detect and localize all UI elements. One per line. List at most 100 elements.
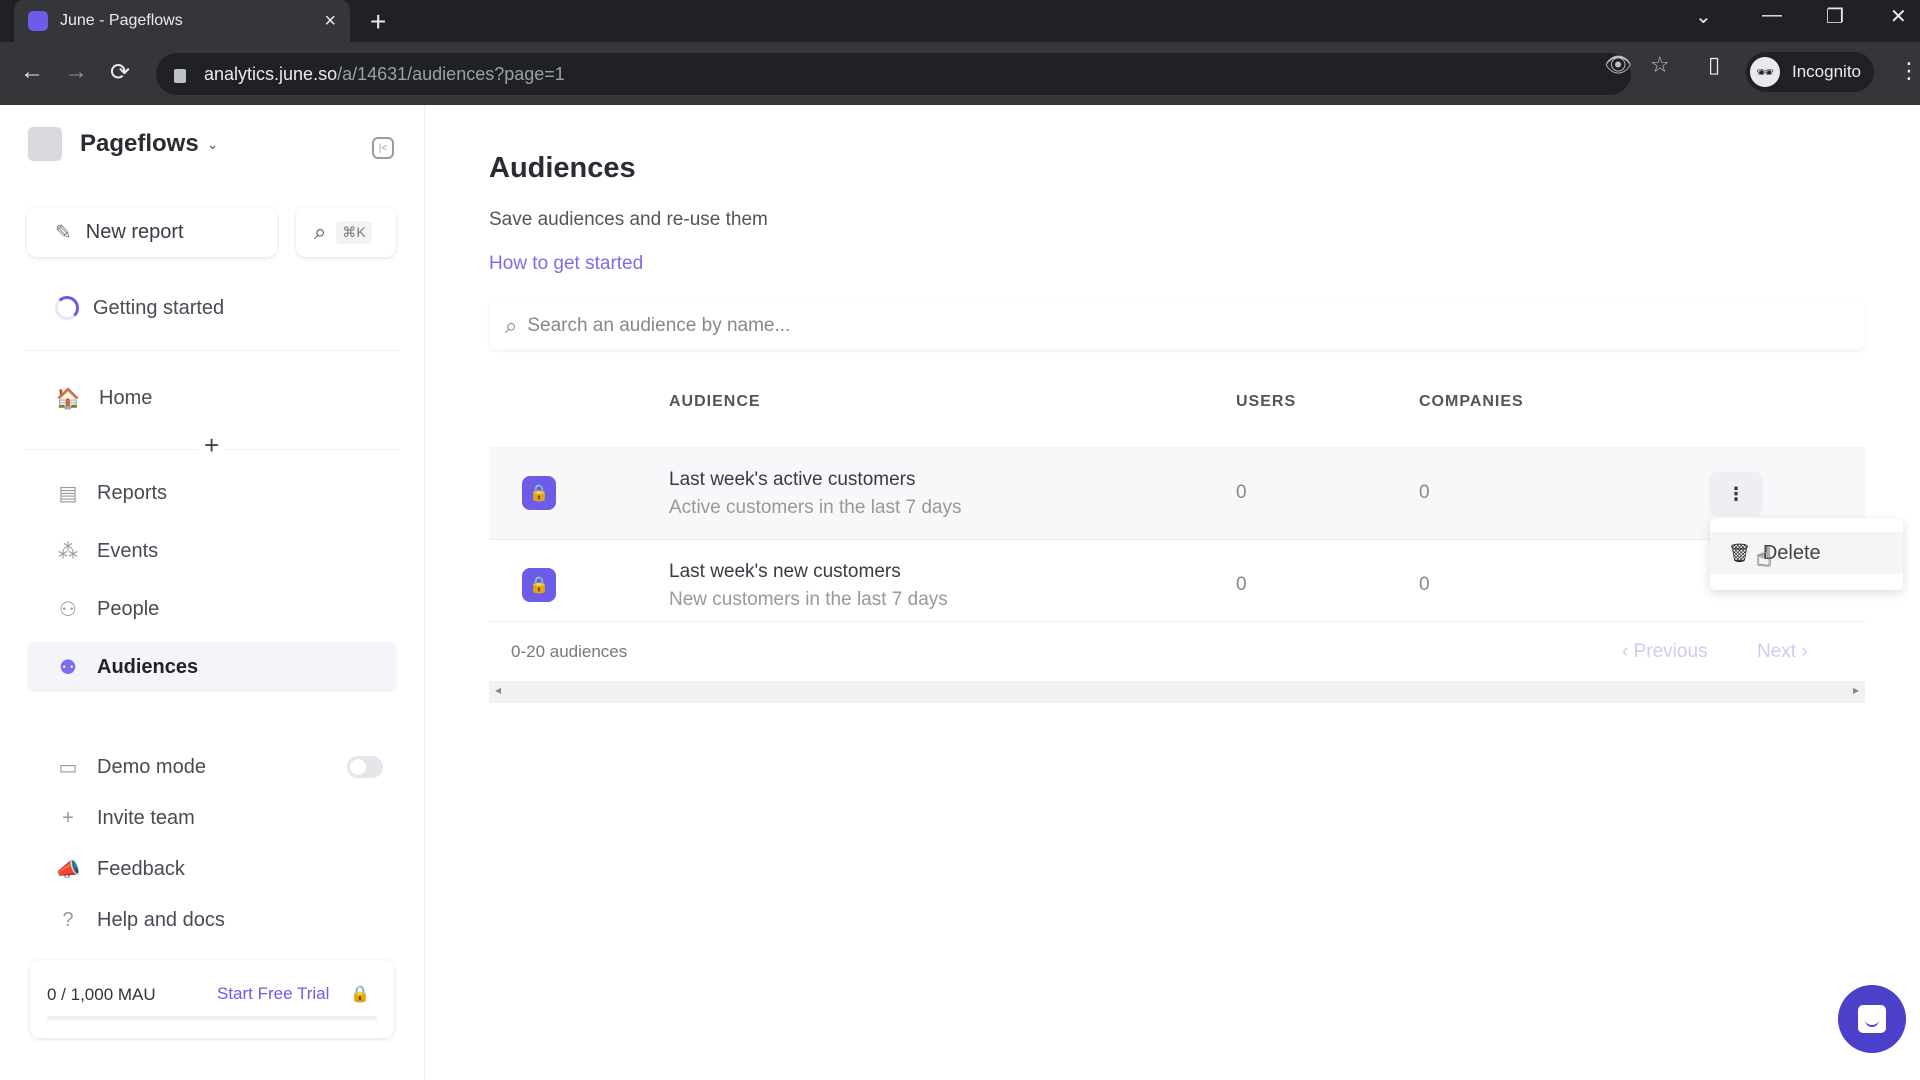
home-icon: 🏠	[55, 387, 81, 410]
audience-search[interactable]: ⌕	[489, 302, 1865, 350]
column-header-audience: AUDIENCE	[669, 393, 761, 410]
mau-progress-bar	[47, 1016, 377, 1020]
incognito-profile[interactable]: 🕶 Incognito	[1746, 52, 1874, 92]
sidebar-item-demo-mode[interactable]: ▭ Demo mode	[27, 742, 397, 792]
page-subtitle: Save audiences and re-use them	[489, 209, 768, 230]
restore-icon[interactable]: ❐	[1826, 4, 1844, 29]
sidebar-item-feedback[interactable]: 📣 Feedback	[27, 844, 397, 894]
sidebar-item-help[interactable]: ? Help and docs	[27, 895, 397, 945]
start-free-trial-link[interactable]: Start Free Trial	[217, 984, 329, 1004]
tab-close-icon[interactable]: ×	[324, 10, 336, 33]
mau-count: 0 / 1,000 MAU	[47, 985, 156, 1004]
incognito-icon: 🕶	[1750, 57, 1780, 87]
table-row[interactable]: 🔒 Last week's new customers New customer…	[489, 539, 1865, 631]
sidebar-item-label: Events	[97, 539, 159, 562]
incognito-label: Incognito	[1792, 62, 1861, 81]
how-to-get-started-link[interactable]: How to get started	[489, 253, 643, 275]
sidebar-item-people[interactable]: ⚇ People	[27, 584, 397, 634]
minimize-icon[interactable]: —	[1762, 4, 1782, 27]
window-close-icon[interactable]: ✕	[1890, 4, 1907, 29]
divider	[25, 350, 400, 351]
sidebar-item-label: Help and docs	[97, 908, 225, 931]
lock-icon: 🔒	[350, 986, 370, 1003]
sidebar-item-label: People	[97, 597, 160, 620]
lock-icon: 🔒	[522, 476, 556, 510]
workspace-switcher[interactable]: Pageflows ⌄	[28, 127, 218, 161]
edit-icon: ✎	[55, 221, 72, 244]
sidebar-item-label: Reports	[97, 481, 168, 504]
scroll-left-icon[interactable]: ◂	[495, 683, 501, 697]
new-report-label: New report	[85, 220, 184, 243]
people-icon: ⚇	[59, 598, 77, 621]
audience-search-input[interactable]	[527, 315, 1728, 337]
browser-menu-icon[interactable]: ⋮	[1898, 58, 1920, 84]
column-header-companies: COMPANIES	[1419, 393, 1524, 410]
search-button[interactable]: ⌕ ⌘K	[296, 207, 396, 257]
sidebar-item-label: Feedback	[97, 857, 185, 880]
search-shortcut: ⌘K	[336, 220, 372, 244]
row-context-menu: 🗑 Delete	[1710, 518, 1903, 590]
horizontal-scrollbar[interactable]: ◂ ▸	[489, 681, 1865, 703]
audience-name[interactable]: Last week's new customers	[669, 561, 901, 583]
address-bar[interactable]: analytics.june.so/a/14631/audiences?page…	[156, 53, 1631, 95]
page-title: Audiences	[489, 152, 636, 184]
mau-usage-card: 0 / 1,000 MAU Start Free Trial 🔒	[30, 960, 394, 1038]
reports-icon: ▤	[58, 482, 78, 505]
sidebar-item-invite-team[interactable]: + Invite team	[27, 793, 397, 843]
sidebar: Pageflows ⌄ |< ✎ New report ⌕ ⌘K Getting…	[0, 105, 425, 1080]
trash-icon: 🗑	[1728, 542, 1751, 563]
row-divider	[489, 621, 1865, 622]
forward-icon[interactable]: →	[64, 58, 88, 86]
plus-icon: +	[62, 806, 74, 829]
sidebar-item-reports[interactable]: ▤ Reports	[27, 468, 397, 518]
sidebar-item-getting-started[interactable]: Getting started	[27, 283, 397, 333]
sidebar-item-label: Audiences	[97, 655, 199, 678]
reload-icon[interactable]: ⟳	[110, 58, 130, 87]
companies-count: 0	[1419, 482, 1430, 503]
bookmark-star-icon[interactable]: ☆	[1650, 52, 1670, 78]
eye-off-icon[interactable]: 👁	[1604, 52, 1632, 78]
browser-toolbar: ← → ⟳ analytics.june.so/a/14631/audience…	[0, 42, 1920, 105]
collapse-sidebar-icon[interactable]: |<	[372, 137, 394, 159]
previous-page-button[interactable]: ‹ Previous	[1622, 641, 1708, 663]
chat-icon	[1858, 1005, 1886, 1033]
window-icon: ▭	[58, 756, 78, 779]
megaphone-icon: 📣	[55, 858, 81, 881]
workspace-logo	[28, 127, 62, 161]
chat-launcher-button[interactable]	[1838, 985, 1906, 1053]
delete-menu-item[interactable]: 🗑 Delete	[1710, 532, 1903, 574]
search-icon: ⌕	[314, 219, 327, 244]
search-icon: ⌕	[505, 313, 518, 338]
new-tab-button[interactable]: +	[370, 6, 386, 38]
companies-count: 0	[1419, 574, 1430, 595]
sidebar-item-label: Demo mode	[97, 755, 206, 778]
demo-mode-toggle[interactable]	[347, 756, 383, 778]
users-count: 0	[1236, 482, 1247, 503]
url-host: analytics.june.so	[204, 63, 338, 84]
audience-name[interactable]: Last week's active customers	[669, 469, 916, 491]
browser-tab-bar: June - Pageflows × + ⌄ — ❐ ✕	[0, 0, 1920, 42]
workspace-name: Pageflows	[80, 130, 199, 157]
june-favicon-icon	[28, 11, 48, 31]
table-row[interactable]: 🔒 Last week's active customers Active cu…	[489, 447, 1865, 539]
back-icon[interactable]: ←	[20, 58, 44, 86]
audience-description: Active customers in the last 7 days	[669, 497, 962, 518]
sidebar-item-events[interactable]: ⁂ Events	[27, 526, 397, 576]
new-report-button[interactable]: ✎ New report	[27, 207, 277, 257]
tab-search-icon[interactable]: ⌄	[1695, 4, 1712, 29]
tab-title: June - Pageflows	[60, 12, 183, 29]
scroll-right-icon[interactable]: ▸	[1853, 683, 1859, 697]
side-panel-icon[interactable]: ▯	[1708, 52, 1720, 78]
audience-description: New customers in the last 7 days	[669, 589, 948, 610]
browser-tab[interactable]: June - Pageflows ×	[14, 0, 350, 42]
sidebar-item-label: Getting started	[93, 296, 225, 319]
sidebar-item-audiences[interactable]: ⚉ Audiences	[27, 642, 397, 692]
help-icon: ?	[62, 908, 74, 931]
column-header-users: USERS	[1236, 393, 1297, 410]
sidebar-item-home[interactable]: 🏠 Home	[27, 373, 397, 423]
lock-icon[interactable]	[174, 69, 186, 83]
next-page-button[interactable]: Next ›	[1757, 641, 1808, 663]
url-path: /a/14631/audiences?page=1	[337, 63, 565, 84]
more-options-button[interactable]: ⋮	[1709, 472, 1763, 516]
add-pin-icon[interactable]: +	[198, 430, 226, 461]
